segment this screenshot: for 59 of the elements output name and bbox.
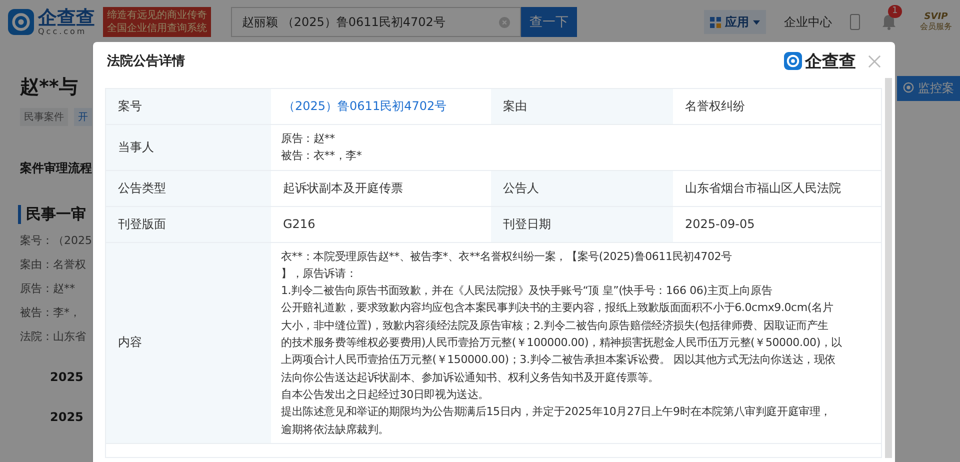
search-button[interactable]: 查一下 [521, 7, 577, 37]
field-value-line: 原告：赵** [281, 131, 335, 147]
field-value-line: 提出陈述意见和举证的期限均为公告期满后15日内，并定于2025年10月27日上午9时在本院第八审判庭开庭审理， [281, 404, 831, 420]
logo-name: 企查查 [38, 8, 95, 28]
field-value: 名誉权纠纷 [684, 98, 746, 115]
case-title: 赵**与 [20, 75, 79, 100]
logo-icon [8, 9, 34, 35]
field-value-line: 公开赔礼道歉，要求致歉内容均应包含本案民事判决书的主要内容，报纸上致歉版面面积不小于6.0cmx9.0cm(名片 [281, 300, 834, 316]
field-label: 案由 [491, 89, 673, 124]
notification-badge: 1 [888, 5, 902, 18]
case-field: 案由：名誉权 [20, 257, 92, 272]
timeline-year: 2025 [50, 370, 84, 384]
search-field[interactable]: 赵丽颖 （2025）鲁0611民初4702号 [231, 7, 521, 37]
case-field: 被告：李*， [20, 305, 92, 320]
logo-domain: Qcc.com [38, 28, 88, 36]
field-value: 2025-09-05 [684, 216, 756, 234]
field-value-line: 1.判令二被告向原告书面致歉，并在《人民法院报》及快手账号“顶 皇”(快手号：166 06)主页上向原告 [281, 283, 772, 300]
timeline-year: 2025 [50, 410, 84, 424]
monitor-button[interactable]: 监控案 [897, 76, 960, 101]
field-value-line: 衣**：本院受理原告赵**、被告李*、衣**名誉权纠纷一案，【案号(2025)鲁0611民初4702号 [281, 248, 732, 265]
field-value: 起诉状副本及开庭传票 [282, 180, 404, 197]
apps-button[interactable]: 应用 [704, 10, 766, 34]
field-label: 内容 [106, 242, 271, 443]
case-tag: 开 [74, 108, 92, 126]
case-field: 案号：（2025 [20, 233, 92, 248]
field-value-line: 自本公告发出之日起经过30日即视为送达。 [281, 386, 489, 403]
bell-icon[interactable] [882, 14, 896, 30]
field-label: 公告人 [491, 170, 673, 206]
field-label: 案号 [106, 89, 271, 124]
field-label: 公告类型 [106, 170, 271, 206]
scrollbar[interactable] [885, 78, 892, 458]
enterprise-center-link[interactable]: 企业中心 [784, 14, 832, 30]
slogan-banner: 缔造有远见的商业传奇 全国企业信用查询系统 [103, 7, 211, 37]
case-number-link[interactable]: （2025）鲁0611民初4702号 [271, 89, 491, 124]
field-label: 当事人 [106, 125, 271, 170]
field-value-line: 大小，非中缝位置)，致歉内容须经法院及原告审核；2.判令二被告向原告赔偿经济损失(包括律师费、因取证而产生 [281, 318, 828, 334]
case-tag: 民事案件 [20, 108, 68, 126]
grid-icon [710, 16, 721, 28]
case-field: 法院：山东省 [20, 329, 92, 344]
field-value: G216 [282, 216, 316, 234]
brand-logo-icon [784, 52, 802, 70]
field-value-line: 被告：衣**，李* [281, 148, 362, 164]
field-value: 山东省烟台市福山区人民法院 [684, 180, 842, 197]
field-value-line: 逾期将依法缺席裁判。 [281, 422, 390, 438]
field-value-line: 上两项合计人民币壹拾伍万元整(￥150000.00)；3.判令二被告承担本案诉讼费。 因以其他方式无法向你送达，现依 [281, 352, 836, 368]
brand-name: 企查查 [805, 50, 856, 72]
field-label: 刊登版面 [106, 206, 271, 242]
clear-icon[interactable] [499, 16, 510, 28]
close-icon[interactable] [868, 54, 881, 68]
section-heading: 案件审理流程 [20, 160, 92, 177]
dialog-title: 法院公告详情 [107, 52, 186, 70]
caret-icon [753, 20, 760, 24]
field-value-line: 】，原告诉请： [281, 266, 357, 282]
field-label: 刊登日期 [491, 206, 673, 242]
field-value-line: 法向你公告送达起诉状副本、参加诉讼通知书、权利义务告知书及开庭传票等。 [281, 370, 660, 386]
field-value-line: 的技术服务费等维权必要费用)人民币壹拾万元整(￥100000.00)，精神损害抚慰金人民币伍万元整(￥50000.00)，以 [281, 335, 842, 352]
phone-icon[interactable] [850, 14, 860, 30]
vip-button[interactable]: SVIP 会员服务 [920, 12, 952, 32]
case-field: 原告：赵** [20, 281, 92, 296]
